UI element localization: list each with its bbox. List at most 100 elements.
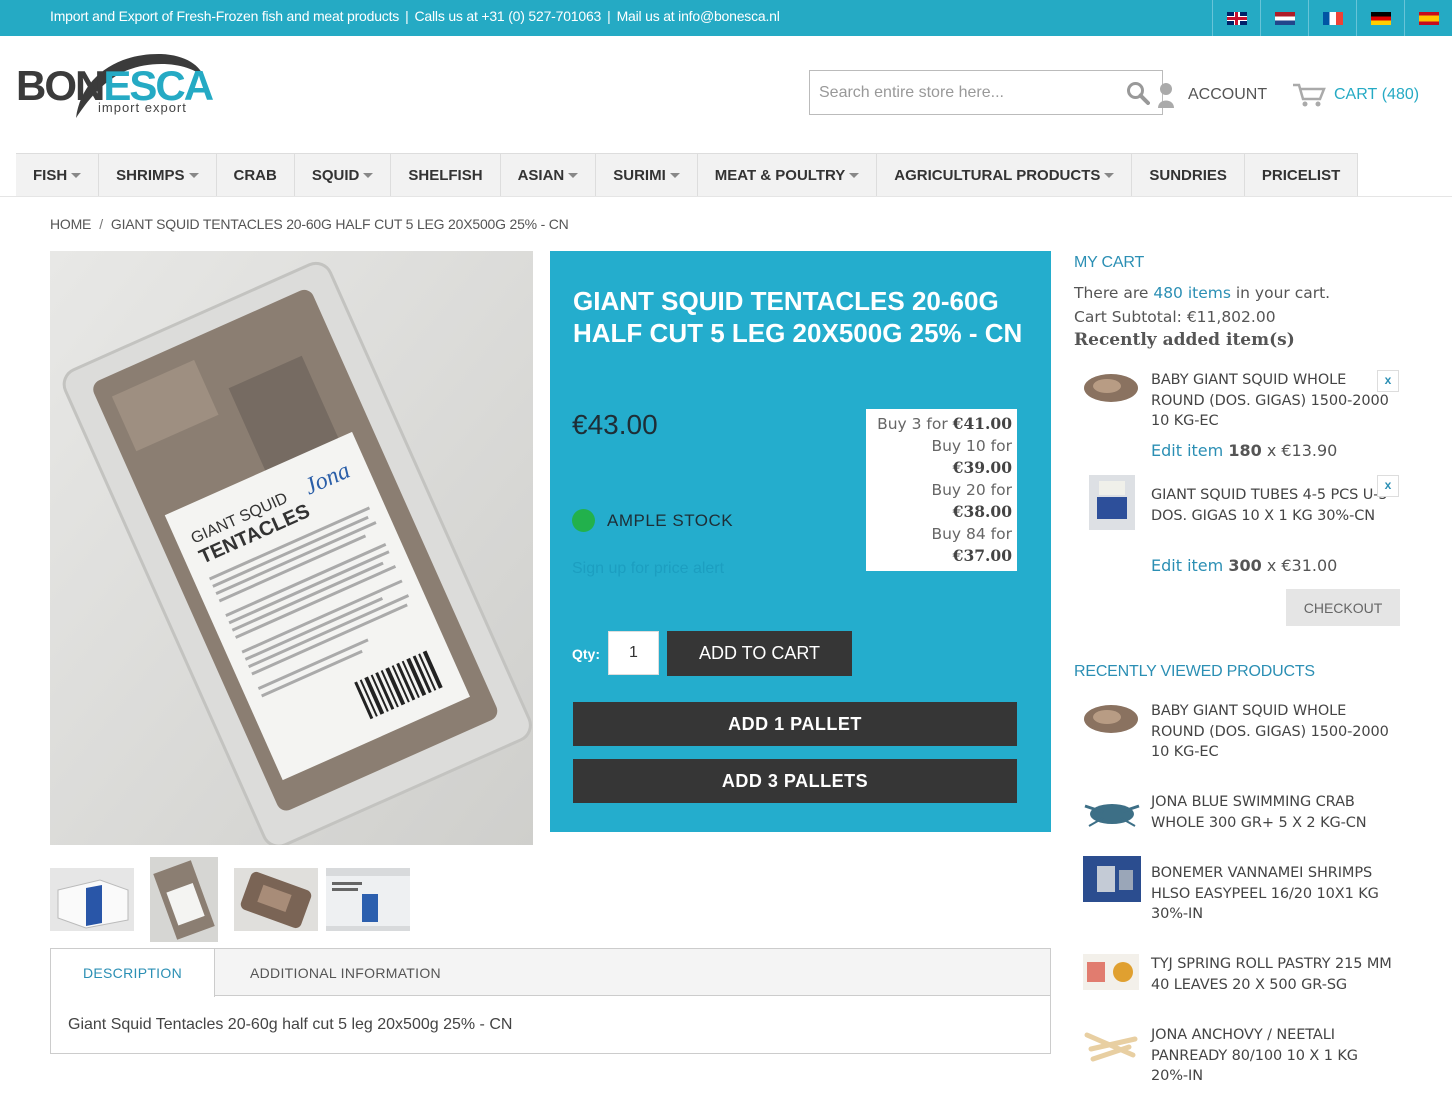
logo[interactable]: BONESCA import export bbox=[16, 48, 214, 120]
add-3-pallets-button[interactable]: ADD 3 PALLETS bbox=[573, 759, 1017, 803]
recently-viewed-item[interactable]: BABY GIANT SQUID WHOLE ROUND (DOS. GIGAS… bbox=[1083, 701, 1403, 771]
cart-summary: There are 480 items in your cart. Cart S… bbox=[1074, 281, 1330, 329]
viewed-item-name[interactable]: TYJ SPRING ROLL PASTRY 215 MM 40 LEAVES … bbox=[1151, 954, 1396, 995]
add-to-cart-button[interactable]: ADD TO CART bbox=[667, 631, 852, 676]
tier-prefix: Buy 84 for bbox=[931, 525, 1012, 543]
nav-item-shrimps[interactable]: SHRIMPS bbox=[99, 154, 217, 197]
remove-item-button[interactable]: x bbox=[1377, 475, 1399, 497]
account-link[interactable]: ACCOUNT bbox=[1158, 82, 1267, 108]
cart-count: (480) bbox=[1381, 86, 1420, 103]
cart-items-link[interactable]: 480 items bbox=[1153, 284, 1231, 302]
cart-label: CART bbox=[1334, 86, 1378, 103]
nav-item-label: ASIAN bbox=[517, 167, 565, 184]
my-cart-heading[interactable]: MY CART bbox=[1074, 254, 1144, 272]
chevron-down-icon bbox=[363, 173, 374, 178]
cart-item-edit: Edit item 300 x €31.00 bbox=[1151, 556, 1337, 575]
nav-divider bbox=[0, 196, 1452, 197]
label-thumbnail-icon bbox=[326, 868, 410, 931]
subtotal-value: €11,802.00 bbox=[1186, 308, 1276, 326]
viewed-item-name[interactable]: BABY GIANT SQUID WHOLE ROUND (DOS. GIGAS… bbox=[1151, 701, 1396, 763]
price-alert-link[interactable]: Sign up for price alert bbox=[572, 560, 724, 578]
product-main-image[interactable]: GIANT SQUID TENTACLES Jona bbox=[50, 251, 533, 845]
cart-item-name[interactable]: BABY GIANT SQUID WHOLE ROUND (DOS. GIGAS… bbox=[1151, 370, 1391, 432]
flag-fr[interactable] bbox=[1308, 0, 1356, 36]
flag-en[interactable] bbox=[1212, 0, 1260, 36]
viewed-item-name[interactable]: JONA ANCHOVY / NEETALI PANREADY 80/100 1… bbox=[1151, 1025, 1396, 1087]
viewed-item-name[interactable]: JONA BLUE SWIMMING CRAB WHOLE 300 GR+ 5 … bbox=[1151, 792, 1396, 833]
nav-item-meat-poultry[interactable]: MEAT & POULTRY bbox=[697, 154, 878, 197]
breadcrumb-separator: / bbox=[99, 216, 103, 232]
cart-item-price: €13.90 bbox=[1281, 441, 1338, 460]
qty-label: Qty: bbox=[572, 646, 600, 662]
tab-description[interactable]: DESCRIPTION bbox=[51, 949, 215, 997]
cart-item: GIANT SQUID TUBES 4-5 PCS U-5 DOS. GIGAS… bbox=[1083, 475, 1403, 575]
nav-item-label: FISH bbox=[33, 167, 68, 184]
recently-viewed-item[interactable]: TYJ SPRING ROLL PASTRY 215 MM 40 LEAVES … bbox=[1083, 954, 1403, 1004]
nl-flag-icon bbox=[1274, 11, 1295, 25]
cart-item-qty: 300 bbox=[1228, 556, 1262, 575]
chevron-down-icon bbox=[568, 173, 579, 178]
separator: | bbox=[405, 8, 409, 24]
viewed-item-thumbnail[interactable] bbox=[1083, 856, 1141, 902]
viewed-item-name[interactable]: BONEMER VANNAMEI SHRIMPS HLSO EASYPEEL 1… bbox=[1151, 863, 1396, 925]
times-sign: x bbox=[1266, 441, 1277, 460]
language-flags bbox=[1212, 0, 1452, 36]
stock-status: AMPLE STOCK bbox=[572, 509, 733, 532]
nav-item-label: SUNDRIES bbox=[1149, 167, 1227, 184]
recently-viewed-item[interactable]: JONA BLUE SWIMMING CRAB WHOLE 300 GR+ 5 … bbox=[1083, 792, 1403, 842]
nav-item-asian[interactable]: ASIAN bbox=[500, 154, 597, 197]
nav-item-agricultural-products[interactable]: AGRICULTURAL PRODUCTS bbox=[877, 154, 1133, 197]
viewed-item-thumbnail[interactable] bbox=[1083, 792, 1141, 832]
main-navigation: FISH SHRIMPS CRAB SQUID SHELFISH ASIAN SURIMI M… bbox=[16, 153, 1359, 197]
recently-viewed-item[interactable]: JONA ANCHOVY / NEETALI PANREADY 80/100 1… bbox=[1083, 1025, 1403, 1095]
nav-item-label: AGRICULTURAL PRODUCTS bbox=[894, 167, 1101, 184]
nav-item-crab[interactable]: CRAB bbox=[216, 154, 295, 197]
nav-item-shelfish[interactable]: SHELFISH bbox=[391, 154, 501, 197]
nav-item-fish[interactable]: FISH bbox=[16, 154, 100, 197]
add-1-pallet-button[interactable]: ADD 1 PALLET bbox=[573, 702, 1017, 746]
cart-item: BABY GIANT SQUID WHOLE ROUND (DOS. GIGAS… bbox=[1083, 370, 1403, 470]
flag-nl[interactable] bbox=[1260, 0, 1308, 36]
thumbnail-4[interactable] bbox=[326, 868, 410, 931]
cart-item-qty: 180 bbox=[1228, 441, 1262, 460]
thumbnail-2[interactable] bbox=[150, 857, 218, 942]
viewed-item-thumbnail[interactable] bbox=[1083, 954, 1139, 990]
bag-thumbnail-icon bbox=[150, 857, 218, 942]
nav-item-squid[interactable]: SQUID bbox=[294, 154, 392, 197]
stock-label: AMPLE STOCK bbox=[607, 510, 734, 530]
cart-link[interactable]: CART (480) bbox=[1292, 82, 1419, 108]
top-bar-message: Import and Export of Fresh-Frozen fish a… bbox=[50, 8, 780, 24]
product-info-panel: GIANT SQUID TENTACLES 20-60G HALF CUT 5 … bbox=[550, 251, 1051, 832]
breadcrumb: HOME / GIANT SQUID TENTACLES 20-60G HALF C… bbox=[50, 216, 569, 232]
nav-item-pricelist[interactable]: PRICELIST bbox=[1244, 154, 1359, 197]
edit-item-link[interactable]: Edit item bbox=[1151, 556, 1223, 575]
chevron-down-icon bbox=[669, 173, 680, 178]
flag-es[interactable] bbox=[1404, 0, 1452, 36]
viewed-item-thumbnail[interactable] bbox=[1083, 701, 1139, 737]
qty-input[interactable] bbox=[608, 631, 659, 675]
nav-item-label: PRICELIST bbox=[1261, 167, 1341, 184]
tab-additional-information[interactable]: ADDITIONAL INFORMATION bbox=[250, 949, 441, 996]
cart-item-thumbnail[interactable] bbox=[1089, 475, 1135, 530]
checkout-button[interactable]: CHECKOUT bbox=[1286, 589, 1400, 626]
thumbnail-1[interactable] bbox=[50, 868, 134, 931]
remove-item-button[interactable]: x bbox=[1377, 370, 1399, 392]
recently-viewed-item[interactable]: BONEMER VANNAMEI SHRIMPS HLSO EASYPEEL 1… bbox=[1083, 856, 1403, 926]
nav-item-sundries[interactable]: SUNDRIES bbox=[1132, 154, 1245, 197]
cart-item-name[interactable]: GIANT SQUID TUBES 4-5 PCS U-5 DOS. GIGAS… bbox=[1151, 485, 1391, 526]
tentacles-thumbnail-icon bbox=[234, 868, 318, 931]
recently-added-heading: Recently added item(s) bbox=[1074, 330, 1295, 350]
viewed-item-thumbnail[interactable] bbox=[1083, 1025, 1139, 1065]
search-icon[interactable] bbox=[1126, 81, 1150, 105]
thumbnail-3[interactable] bbox=[234, 868, 318, 931]
breadcrumb-home[interactable]: HOME bbox=[50, 216, 91, 232]
top-bar: Import and Export of Fresh-Frozen fish a… bbox=[0, 0, 1452, 36]
nav-item-surimi[interactable]: SURIMI bbox=[596, 154, 698, 197]
cart-item-thumbnail[interactable] bbox=[1083, 370, 1139, 406]
search-input[interactable] bbox=[810, 71, 1110, 114]
edit-item-link[interactable]: Edit item bbox=[1151, 441, 1223, 460]
tier-prices: Buy 3 for €41.00 Buy 10 for €39.00 Buy 20 … bbox=[866, 409, 1017, 571]
flag-de[interactable] bbox=[1356, 0, 1404, 36]
separator: | bbox=[607, 8, 611, 24]
mail-text[interactable]: Mail us at info@bonesca.nl bbox=[617, 8, 780, 24]
